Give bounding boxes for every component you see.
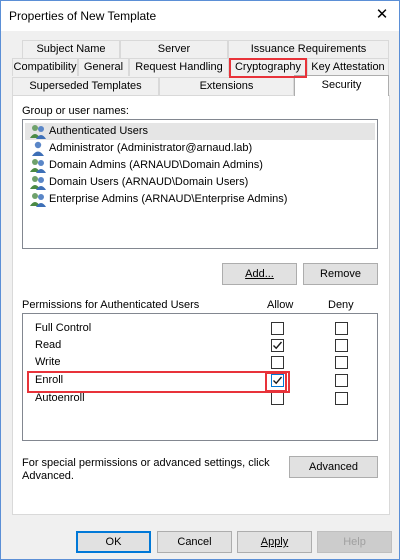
add-button[interactable]: Add... bbox=[222, 263, 297, 285]
deny-checkbox[interactable] bbox=[335, 392, 348, 405]
tab-superseded-templates[interactable]: Superseded Templates bbox=[12, 77, 159, 95]
list-item[interactable]: Enterprise Admins (ARNAUD\Enterprise Adm… bbox=[25, 191, 375, 208]
tab-extensions[interactable]: Extensions bbox=[159, 77, 294, 95]
user-icon bbox=[32, 141, 44, 156]
deny-checkbox[interactable] bbox=[335, 374, 348, 387]
cancel-button[interactable]: Cancel bbox=[157, 531, 232, 553]
deny-header: Deny bbox=[328, 299, 354, 311]
group-icon bbox=[30, 193, 46, 207]
allow-checkbox[interactable] bbox=[271, 392, 284, 405]
allow-checkbox[interactable] bbox=[271, 374, 284, 387]
permission-row-autoenroll: Autoenroll bbox=[25, 390, 375, 407]
allow-header: Allow bbox=[267, 299, 294, 311]
ok-button[interactable]: OK bbox=[76, 531, 151, 553]
permission-name: Autoenroll bbox=[35, 392, 85, 404]
permission-row-full-control: Full Control bbox=[25, 320, 375, 337]
list-item[interactable]: Administrator (Administrator@arnaud.lab) bbox=[25, 140, 375, 157]
checkmark-icon bbox=[273, 376, 283, 385]
list-item[interactable]: Domain Users (ARNAUD\Domain Users) bbox=[25, 174, 375, 191]
group-icon bbox=[30, 159, 46, 173]
remove-button-label: Remove bbox=[320, 268, 361, 280]
permission-name: Full Control bbox=[35, 322, 92, 334]
apply-button-label: Apply bbox=[260, 536, 289, 548]
group-icon bbox=[30, 125, 46, 139]
tab-server[interactable]: Server bbox=[120, 40, 228, 58]
close-icon[interactable]: ✕ bbox=[365, 1, 399, 31]
permission-row-write: Write bbox=[25, 354, 375, 371]
advanced-note-line2: Advanced. bbox=[22, 470, 74, 482]
tab-cryptography[interactable]: Cryptography bbox=[229, 58, 307, 76]
tab-security[interactable]: Security bbox=[294, 75, 389, 96]
list-item-label: Domain Users (ARNAUD\Domain Users) bbox=[49, 176, 249, 188]
list-item-label: Domain Admins (ARNAUD\Domain Admins) bbox=[49, 159, 263, 171]
tab-issuance-requirements[interactable]: Issuance Requirements bbox=[228, 40, 389, 58]
allow-checkbox[interactable] bbox=[271, 339, 284, 352]
permission-name: Read bbox=[35, 339, 62, 351]
checkmark-icon bbox=[273, 341, 283, 350]
groups-label: Group or user names: bbox=[22, 105, 129, 117]
list-item[interactable]: Domain Admins (ARNAUD\Domain Admins) bbox=[25, 157, 375, 174]
permission-row-read: Read bbox=[25, 337, 375, 354]
permission-row-enroll: Enroll bbox=[25, 372, 375, 389]
help-button-label: Help bbox=[343, 536, 366, 548]
permissions-list: Full Control Read Write Enroll Autoenrol… bbox=[22, 313, 378, 441]
cancel-button-label: Cancel bbox=[177, 536, 212, 548]
tab-request-handling[interactable]: Request Handling bbox=[129, 58, 229, 76]
group-user-list[interactable]: Authenticated Users Administrator (Admin… bbox=[22, 119, 378, 249]
allow-checkbox[interactable] bbox=[271, 322, 284, 335]
add-button-label: Add... bbox=[245, 268, 274, 280]
advanced-button-label: Advanced bbox=[309, 461, 358, 473]
tab-key-attestation[interactable]: Key Attestation bbox=[307, 58, 389, 76]
deny-checkbox[interactable] bbox=[335, 339, 348, 352]
apply-button[interactable]: Apply bbox=[237, 531, 312, 553]
advanced-button[interactable]: Advanced bbox=[289, 456, 378, 478]
tab-general[interactable]: General bbox=[78, 58, 129, 76]
tab-compatibility[interactable]: Compatibility bbox=[12, 58, 78, 76]
ok-button-label: OK bbox=[105, 536, 122, 548]
permissions-label: Permissions for Authenticated Users bbox=[22, 299, 200, 311]
remove-button[interactable]: Remove bbox=[303, 263, 378, 285]
permission-name: Write bbox=[35, 356, 61, 368]
deny-checkbox[interactable] bbox=[335, 356, 348, 369]
list-item-label: Authenticated Users bbox=[49, 125, 149, 137]
deny-checkbox[interactable] bbox=[335, 322, 348, 335]
tab-subject-name[interactable]: Subject Name bbox=[22, 40, 120, 58]
allow-checkbox[interactable] bbox=[271, 356, 284, 369]
list-item[interactable]: Authenticated Users bbox=[25, 123, 375, 140]
window-title: Properties of New Template bbox=[9, 9, 157, 23]
title-bar: Properties of New Template ✕ bbox=[1, 1, 399, 31]
list-item-label: Enterprise Admins (ARNAUD\Enterprise Adm… bbox=[49, 193, 288, 205]
list-item-label: Administrator (Administrator@arnaud.lab) bbox=[49, 142, 253, 154]
permission-name: Enroll bbox=[35, 374, 64, 386]
help-button[interactable]: Help bbox=[317, 531, 392, 553]
properties-window: Properties of New Template ✕ Subject Nam… bbox=[0, 0, 400, 560]
group-icon bbox=[30, 176, 46, 190]
advanced-note-line1: For special permissions or advanced sett… bbox=[22, 457, 270, 469]
